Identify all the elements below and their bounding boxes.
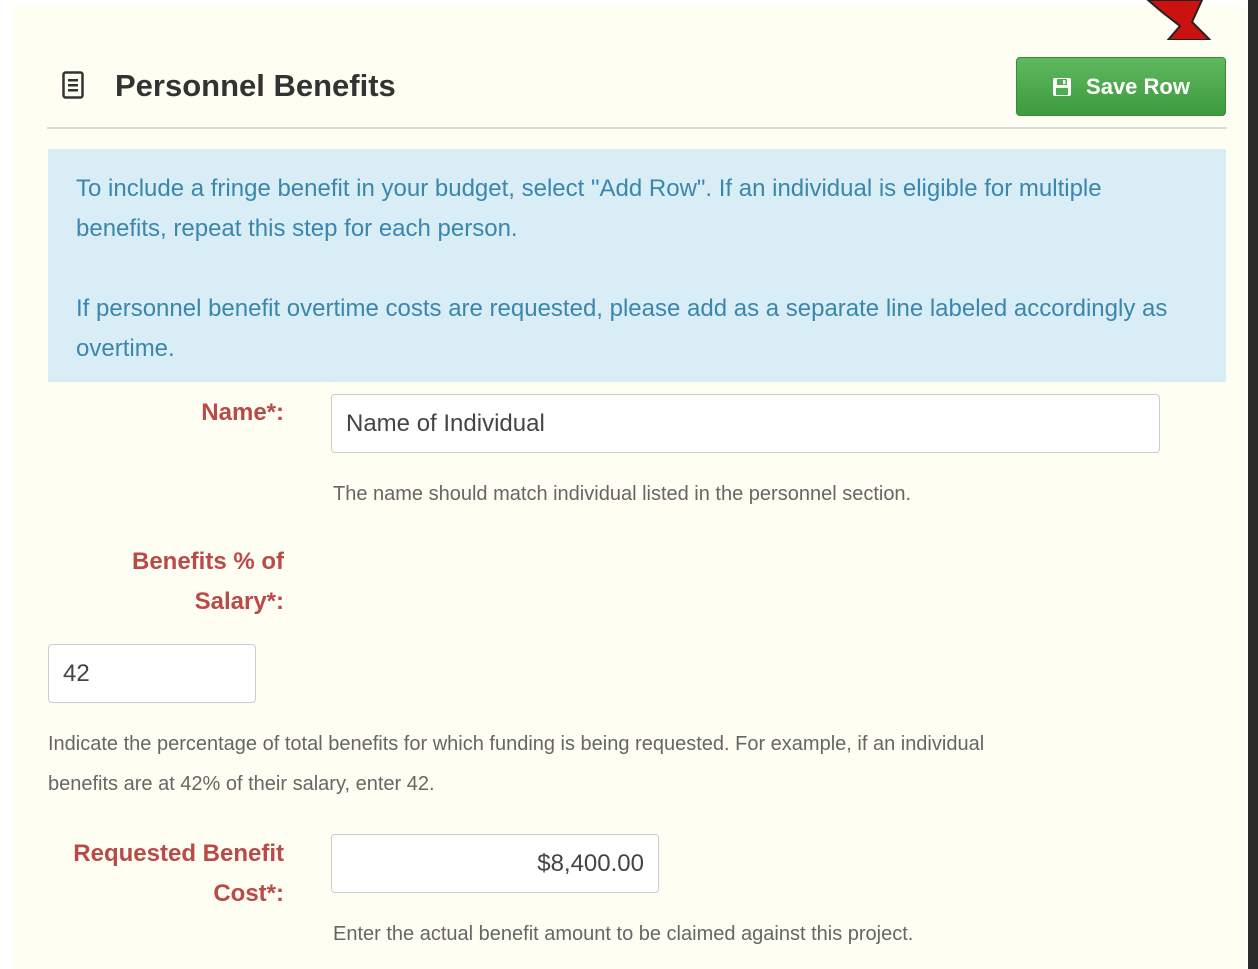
info-paragraph: If personnel benefit overtime costs are … — [76, 295, 1168, 362]
benefits-percent-label-line1: Benefits % of — [131, 548, 284, 575]
requested-cost-label-line2: Cost*: — [213, 880, 284, 907]
info-alert: To include a fringe benefit in your budg… — [48, 149, 1226, 382]
save-row-button[interactable]: Save Row — [1016, 57, 1226, 116]
info-paragraph: To include a fringe benefit in your budg… — [76, 175, 1102, 242]
floppy-disk-icon — [1053, 77, 1072, 96]
header-divider — [47, 127, 1227, 129]
requested-cost-label-line1: Requested Benefit — [73, 840, 284, 867]
benefits-percent-help-line2: benefits are at 42% of their salary, ent… — [48, 773, 435, 795]
name-label: Name*: — [201, 399, 284, 426]
window-edge — [1248, 0, 1258, 969]
page-title: Personnel Benefits — [115, 68, 396, 103]
red-arrow-icon — [1146, 0, 1212, 40]
name-help-text: The name should match individual listed … — [333, 483, 912, 505]
name-input[interactable] — [331, 394, 1160, 453]
save-row-label: Save Row — [1086, 73, 1190, 99]
document-icon — [62, 71, 84, 99]
benefits-percent-input[interactable] — [48, 644, 256, 703]
benefits-percent-help-line1: Indicate the percentage of total benefit… — [48, 733, 985, 755]
requested-cost-help-text: Enter the actual benefit amount to be cl… — [333, 923, 914, 945]
requested-cost-input[interactable] — [331, 834, 659, 893]
benefits-percent-label-line2: Salary*: — [194, 588, 284, 615]
